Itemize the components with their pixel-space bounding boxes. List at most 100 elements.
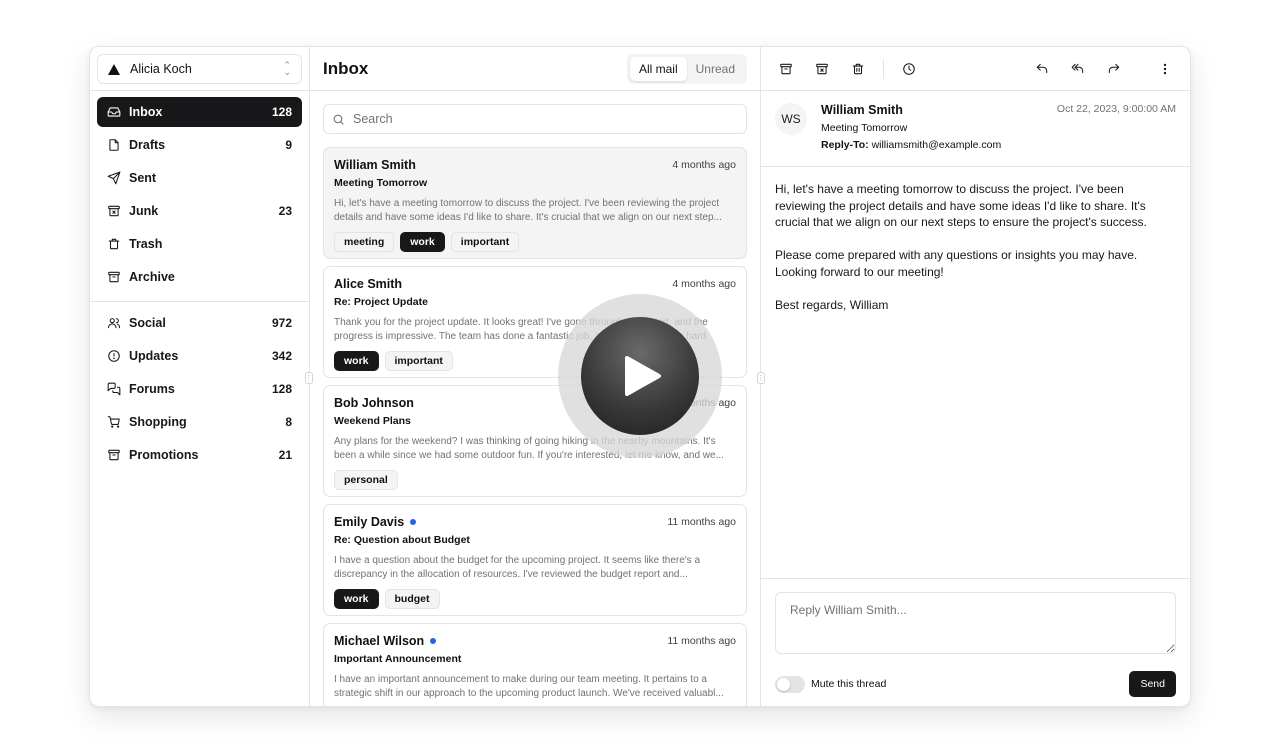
tag-badge[interactable]: work	[334, 589, 379, 609]
sidebar-item-social[interactable]: Social 972	[97, 308, 302, 338]
snooze-button[interactable]	[898, 58, 920, 80]
tab-all-mail[interactable]: All mail	[629, 56, 687, 81]
message-paragraph: Please come prepared with any questions …	[775, 248, 1138, 279]
search-box	[323, 104, 747, 134]
sidebar-item-count: 342	[271, 349, 292, 363]
tag-badge[interactable]: important	[384, 351, 453, 371]
account-name: Alicia Koch	[130, 62, 192, 76]
sidebar-item-count: 21	[278, 448, 292, 462]
list-header: Inbox All mail Unread	[310, 47, 760, 91]
search-input[interactable]	[353, 112, 738, 126]
reply-composer: Mute this thread Send	[761, 578, 1190, 706]
sidebar: Alicia Koch ⌃ ⌄ Inbox 128 Drafts 9 Sent Junk 23…	[90, 47, 310, 706]
sidebar-item-label: Trash	[129, 237, 163, 251]
mail-header-row: Michael Wilson 11 months ago	[334, 634, 736, 648]
message-reply-to: Reply-To: williamsmith@example.com	[821, 139, 1057, 151]
message-subject: Meeting Tomorrow	[821, 122, 908, 134]
sidebar-item-trash[interactable]: Trash	[97, 229, 302, 259]
sidebar-item-label: Drafts	[129, 138, 166, 152]
more-options-button[interactable]	[1154, 58, 1176, 80]
delete-button[interactable]	[847, 58, 869, 80]
mail-sender: Emily Davis	[334, 515, 405, 529]
sidebar-item-drafts[interactable]: Drafts 9	[97, 130, 302, 160]
reply-all-button[interactable]	[1067, 58, 1089, 80]
sidebar-item-inbox[interactable]: Inbox 128	[97, 97, 302, 127]
tag-badge[interactable]: personal	[334, 470, 398, 490]
resize-handle-left[interactable]: ⋮	[305, 372, 313, 384]
send-icon	[107, 171, 121, 185]
message-sender: William Smith	[821, 103, 903, 117]
tab-unread[interactable]: Unread	[687, 57, 744, 81]
sidebar-item-label: Inbox	[129, 105, 163, 119]
search-wrap	[310, 91, 760, 134]
sidebar-item-sent[interactable]: Sent	[97, 163, 302, 193]
send-button[interactable]: Send	[1129, 671, 1176, 697]
reply-all-icon	[1071, 63, 1084, 73]
sidebar-item-archive[interactable]: Archive	[97, 262, 302, 292]
play-button-core	[581, 317, 699, 435]
mail-time: 4 months ago	[672, 159, 736, 171]
mail-header-row: William Smith 4 months ago	[334, 158, 736, 172]
mail-header-row: Alice Smith 4 months ago	[334, 277, 736, 291]
account-logo-icon	[108, 63, 120, 75]
reader-panel: WS William Smith Meeting Tomorrow Reply-…	[761, 47, 1190, 706]
mail-preview: I have a question about the budget for t…	[334, 555, 701, 580]
archive-icon	[107, 448, 121, 462]
page-title: Inbox	[323, 58, 369, 78]
mail-list-item[interactable]: Emily Davis 11 months ago Re: Question abo…	[323, 504, 747, 616]
archive-x-icon	[107, 204, 121, 218]
sidebar-item-count: 8	[285, 415, 292, 429]
reply-button[interactable]	[1031, 58, 1053, 80]
sidebar-item-forums[interactable]: Forums 128	[97, 374, 302, 404]
sidebar-item-label: Sent	[129, 171, 157, 185]
sidebar-item-label: Promotions	[129, 448, 199, 462]
archive-icon	[107, 270, 121, 284]
sidebar-item-count: 9	[285, 138, 292, 152]
sidebar-item-shopping[interactable]: Shopping 8	[97, 407, 302, 437]
sidebar-item-count: 972	[271, 316, 292, 330]
tag-badge[interactable]: budget	[384, 589, 440, 609]
mail-subject: Important Announcement	[334, 653, 462, 665]
video-play-button[interactable]	[558, 294, 722, 458]
tag-badge[interactable]: work	[334, 351, 379, 371]
tag-badge[interactable]: important	[450, 232, 520, 252]
tag-badge[interactable]: meeting	[334, 232, 395, 252]
mail-subject: Re: Question about Budget	[334, 534, 470, 546]
composer-actions: Mute this thread Send	[775, 671, 1176, 697]
mute-thread-toggle[interactable]	[775, 675, 805, 693]
mail-list-item[interactable]: William Smith 4 months ago Meeting Tomorro…	[323, 147, 747, 259]
message-paragraph: Hi, let's have a meeting tomorrow to dis…	[775, 182, 1147, 229]
avatar: WS	[775, 103, 807, 135]
forward-icon	[1108, 63, 1120, 73]
mute-thread-label: Mute this thread	[811, 678, 887, 690]
alert-circle-icon	[107, 349, 121, 363]
sidebar-item-count: 128	[271, 382, 292, 396]
reply-to-label: Reply-To:	[821, 139, 869, 151]
forward-button[interactable]	[1103, 58, 1125, 80]
reply-textarea[interactable]	[775, 592, 1176, 654]
account-switcher[interactable]: Alicia Koch ⌃ ⌄	[97, 54, 302, 84]
mail-list-item[interactable]: Michael Wilson 11 months ago Important Ann…	[323, 623, 747, 706]
mail-filter-tabs: All mail Unread	[626, 53, 747, 84]
messages-icon	[107, 382, 121, 396]
sidebar-item-promotions[interactable]: Promotions 21	[97, 440, 302, 470]
mail-preview: I have an important announcement to make…	[334, 674, 724, 699]
tag-badge[interactable]: work	[400, 232, 445, 252]
message-body: Hi, let's have a meeting tomorrow to dis…	[761, 167, 1190, 578]
inbox-icon	[107, 105, 121, 119]
sidebar-item-label: Updates	[129, 349, 179, 363]
account-area: Alicia Koch ⌃ ⌄	[90, 47, 309, 91]
users-icon	[107, 316, 121, 330]
sidebar-item-label: Junk	[129, 204, 159, 218]
archive-button[interactable]	[775, 58, 797, 80]
more-vertical-icon	[1163, 63, 1167, 74]
mail-time: 11 months ago	[667, 516, 736, 528]
sidebar-item-junk[interactable]: Junk 23	[97, 196, 302, 226]
mail-tags: personal	[334, 470, 736, 490]
move-to-junk-button[interactable]	[811, 58, 833, 80]
trash-icon	[852, 63, 864, 74]
archive-x-icon	[816, 63, 828, 74]
reply-to-address: williamsmith@example.com	[871, 139, 1002, 151]
mail-preview: Hi, let's have a meeting tomorrow to dis…	[334, 198, 722, 223]
sidebar-item-updates[interactable]: Updates 342	[97, 341, 302, 371]
